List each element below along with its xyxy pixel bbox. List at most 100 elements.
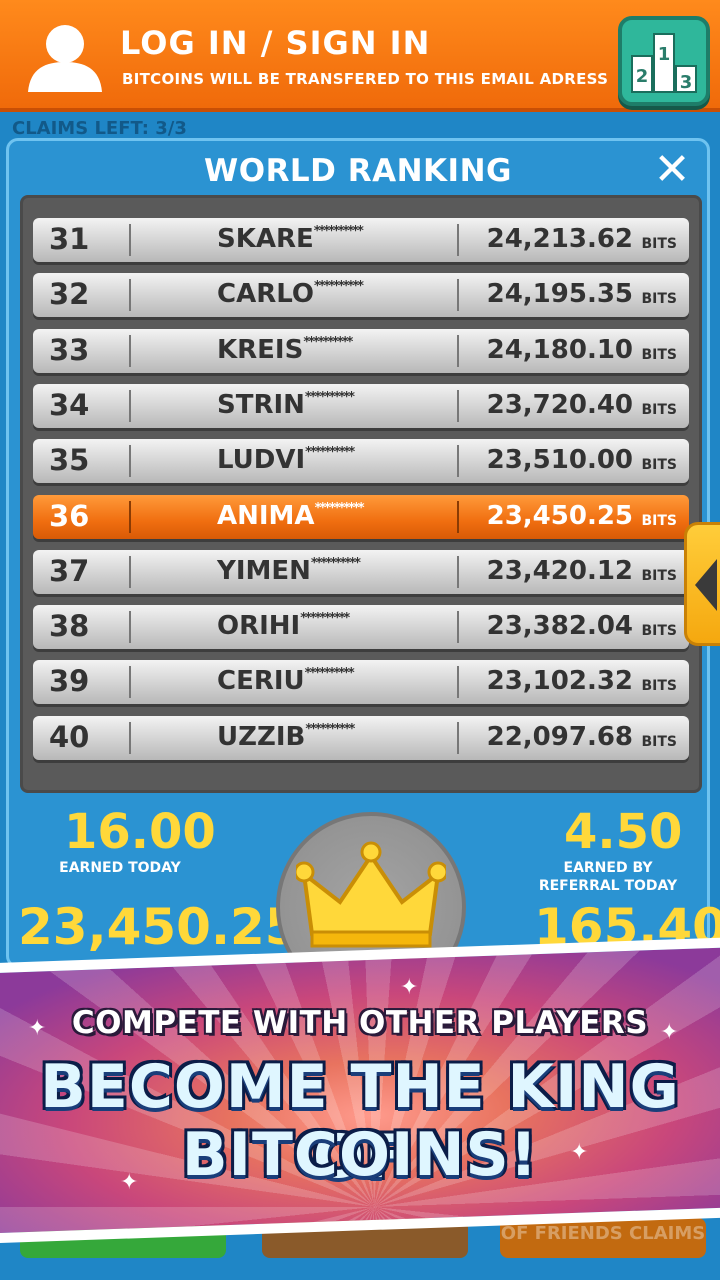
- bits-unit: BITS: [641, 733, 677, 750]
- ranking-row[interactable]: 32 CARLO********** 24,195.35 BITS: [33, 273, 689, 318]
- player-name: KREIS**********: [217, 334, 353, 365]
- rank-number: 35: [49, 443, 90, 478]
- ranking-row[interactable]: 34 STRIN********** 23,720.40 BITS: [33, 383, 689, 428]
- ranking-row[interactable]: 38 ORIHI********** 23,382.04 BITS: [33, 605, 689, 650]
- row-divider: [457, 555, 459, 588]
- bits-unit: BITS: [641, 567, 677, 584]
- bits-amount: 24,213.62: [486, 224, 633, 254]
- podium-icon: 2 1 3: [631, 33, 697, 93]
- player-name: SKARE**********: [217, 224, 364, 254]
- name-mask: **********: [314, 500, 365, 516]
- name-mask: **********: [305, 445, 355, 461]
- name-mask: **********: [303, 334, 353, 350]
- row-divider: [457, 666, 459, 699]
- rank-number: 38: [49, 609, 90, 644]
- bits-unit: BITS: [641, 678, 677, 695]
- close-icon: ✕: [653, 144, 691, 195]
- rank-number: 40: [49, 719, 90, 754]
- side-drawer-tab[interactable]: [684, 522, 720, 646]
- bits-unit: BITS: [641, 457, 677, 474]
- rank-number: 34: [49, 387, 90, 422]
- rank-number: 39: [49, 664, 90, 699]
- ranking-list[interactable]: 31 SKARE********** 24,213.62 BITS 32 CARLO***…: [20, 195, 702, 793]
- bits-amount: 23,720.40: [486, 389, 633, 420]
- player-name-text: LUDVI: [217, 445, 306, 476]
- row-divider: [457, 445, 459, 478]
- row-divider: [129, 666, 131, 699]
- bits-amount: 23,382.04: [486, 611, 633, 642]
- ranking-row[interactable]: 31 SKARE********** 24,213.62 BITS: [33, 218, 689, 262]
- player-name: YIMEN**********: [217, 555, 361, 586]
- rank-number: 31: [49, 222, 90, 256]
- row-divider: [457, 500, 459, 533]
- bits-unit: BITS: [641, 236, 677, 252]
- bits-unit: BITS: [641, 346, 677, 363]
- player-name: STRIN**********: [217, 389, 355, 420]
- row-divider: [457, 334, 459, 367]
- name-mask: **********: [304, 389, 355, 405]
- ranking-row[interactable]: 36 ANIMA********** 23,450.25 BITS: [33, 494, 689, 539]
- bits-unit: BITS: [641, 623, 677, 640]
- row-divider: [129, 279, 131, 312]
- modal-title: WORLD RANKING: [204, 153, 512, 189]
- player-name: ORIHI**********: [217, 611, 350, 642]
- name-mask: **********: [313, 224, 364, 239]
- sparkle-icon: ✦: [400, 975, 419, 1000]
- rank-number: 37: [49, 553, 90, 588]
- row-divider: [457, 224, 459, 256]
- row-divider: [129, 500, 131, 533]
- ranking-row[interactable]: 33 KREIS********** 24,180.10 BITS: [33, 328, 689, 373]
- player-name-text: STRIN: [217, 389, 305, 420]
- user-silhouette-icon: [28, 25, 102, 92]
- rank-number: 32: [49, 277, 90, 312]
- bits-unit: BITS: [641, 401, 677, 418]
- claims-left-label: CLAIMS LEFT: 3/3: [12, 118, 187, 139]
- referral-today-label-1: EARNED BY: [563, 860, 653, 876]
- player-name-text: ORIHI: [217, 611, 301, 642]
- ranking-button[interactable]: 2 1 3: [618, 16, 710, 106]
- row-divider: [457, 611, 459, 644]
- bits-amount: 24,180.10: [486, 334, 633, 365]
- player-name: ANIMA**********: [217, 500, 365, 531]
- player-name-text: ANIMA: [217, 500, 315, 531]
- player-name: LUDVI**********: [217, 445, 355, 476]
- ranking-row[interactable]: 35 LUDVI********** 23,510.00 BITS: [33, 439, 689, 484]
- podium-number-2: 2: [636, 66, 649, 87]
- row-divider: [129, 224, 131, 256]
- bits-amount: 24,195.35: [486, 279, 633, 310]
- row-divider: [129, 611, 131, 644]
- podium-number-1: 1: [658, 44, 671, 65]
- player-name-text: CARLO: [217, 279, 314, 310]
- earned-today-label: EARNED TODAY: [59, 860, 181, 876]
- login-header[interactable]: LOG IN / SIGN IN BITCOINS WILL BE TRANSF…: [0, 0, 720, 112]
- name-mask: **********: [313, 279, 364, 295]
- player-name-text: SKARE: [217, 224, 314, 254]
- referral-today-value: 4.50: [564, 804, 683, 860]
- ranking-row[interactable]: 39 CERIU********** 23,102.32 BITS: [33, 660, 689, 705]
- bits-amount: 23,510.00: [486, 445, 633, 476]
- name-mask: **********: [310, 555, 361, 571]
- player-name-text: YIMEN: [217, 555, 311, 586]
- bits-amount: 22,097.68: [486, 721, 633, 752]
- player-name-text: CERIU: [217, 666, 305, 697]
- total-bits-value: 23,450.25: [18, 898, 300, 956]
- row-divider: [129, 445, 131, 478]
- player-name: UZZIB**********: [217, 721, 355, 752]
- banner-subtitle: COMPETE WITH OTHER PLAYERS: [71, 1005, 649, 1041]
- podium-number-3: 3: [680, 72, 693, 93]
- ranking-row[interactable]: 40 UZZIB********** 22,097.68 BITS: [33, 715, 689, 760]
- rank-number: 33: [49, 332, 90, 367]
- earned-today-value: 16.00: [64, 804, 216, 860]
- player-name-text: UZZIB: [217, 721, 306, 752]
- bits-unit: BITS: [641, 291, 677, 308]
- login-title[interactable]: LOG IN / SIGN IN: [120, 24, 430, 62]
- ranking-row[interactable]: 37 YIMEN********** 23,420.12 BITS: [33, 549, 689, 594]
- player-name: CERIU**********: [217, 666, 355, 697]
- player-name-text: KREIS: [217, 334, 304, 365]
- row-divider: [129, 555, 131, 588]
- row-divider: [129, 389, 131, 422]
- rank-number: 36: [49, 498, 90, 533]
- row-divider: [129, 334, 131, 367]
- close-button[interactable]: ✕: [651, 148, 693, 192]
- name-mask: **********: [304, 666, 355, 682]
